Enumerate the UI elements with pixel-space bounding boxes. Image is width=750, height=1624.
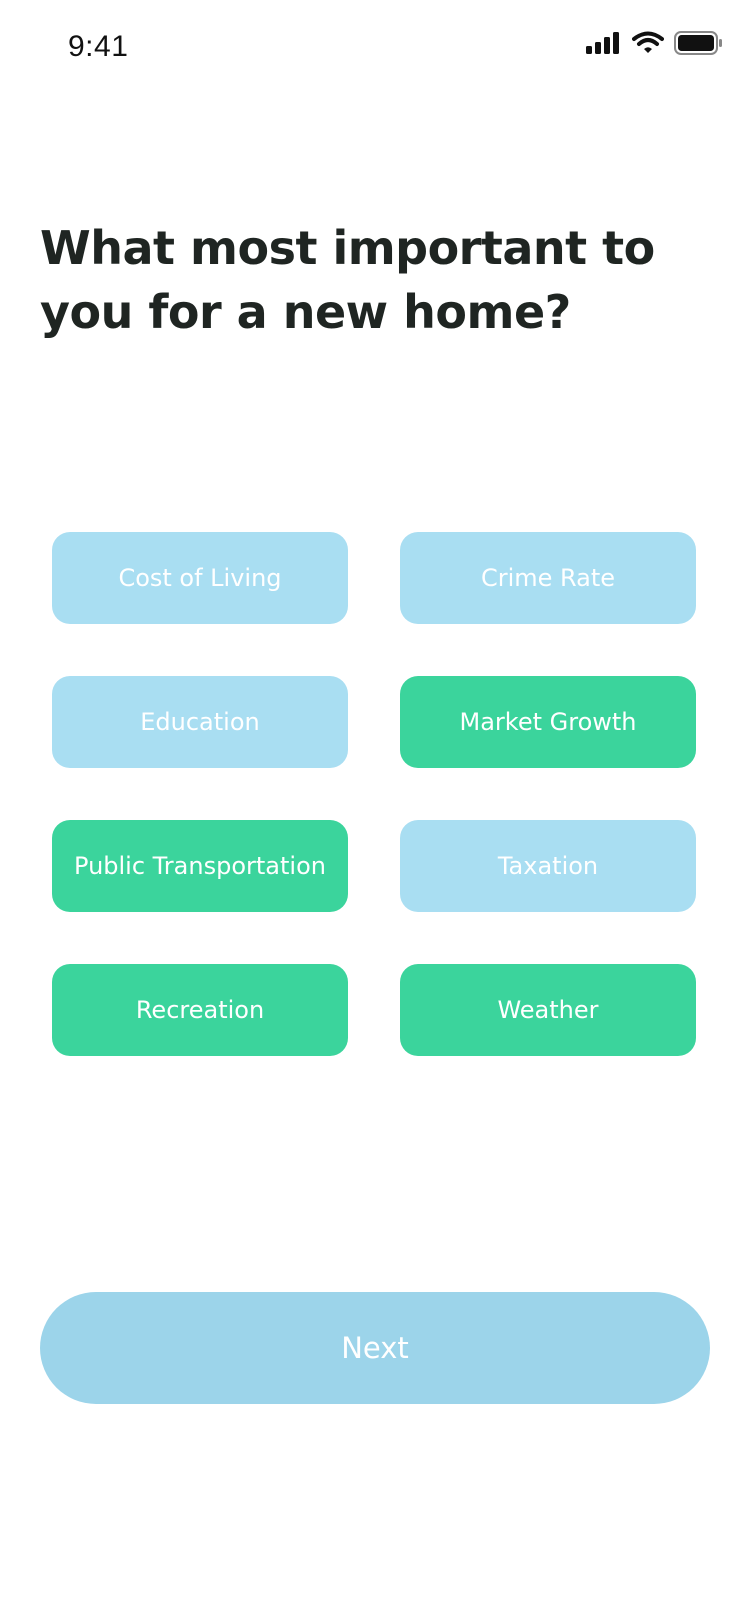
option-education[interactable]: Education (52, 676, 348, 768)
option-weather[interactable]: Weather (400, 964, 696, 1056)
battery-icon (674, 30, 724, 60)
wifi-icon (632, 31, 664, 59)
option-market-growth[interactable]: Market Growth (400, 676, 696, 768)
options-grid: Cost of Living Crime Rate Education Market … (52, 532, 696, 1056)
next-button[interactable]: Next (40, 1292, 710, 1404)
option-recreation[interactable]: Recreation (52, 964, 348, 1056)
status-bar: 9:41 (0, 0, 750, 100)
option-taxation[interactable]: Taxation (400, 820, 696, 912)
option-cost-of-living[interactable]: Cost of Living (52, 532, 348, 624)
option-crime-rate[interactable]: Crime Rate (400, 532, 696, 624)
option-public-transportation[interactable]: Public Transportation (52, 820, 348, 912)
status-time: 9:41 (68, 30, 129, 63)
status-icons (586, 30, 724, 60)
cellular-signal-icon (586, 31, 622, 59)
question-title: What most important to you for a new hom… (40, 221, 655, 339)
